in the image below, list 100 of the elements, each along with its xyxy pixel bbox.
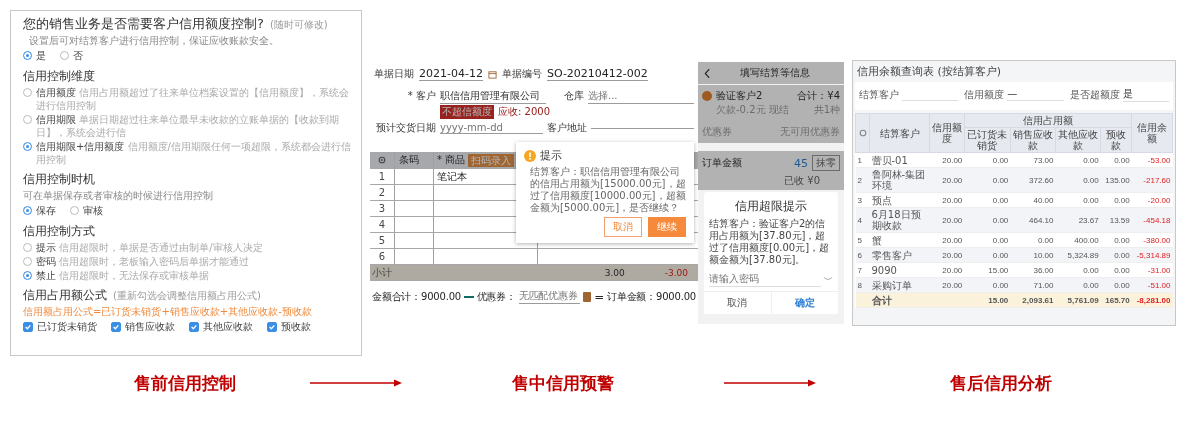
radio-button[interactable] <box>23 88 32 97</box>
filter-label: 结算客户 <box>859 87 899 102</box>
table-cell: 0.00 <box>1100 232 1132 248</box>
description-text: 设置后可对结算客户进行信用控制，保证应收账款安全。 <box>28 34 280 47</box>
date-field[interactable]: 2021-04-12 <box>419 67 483 81</box>
column-header[interactable]: 条码 <box>394 152 433 168</box>
row-number: 5 <box>855 232 870 248</box>
arrow-icon <box>724 379 816 387</box>
checkbox[interactable] <box>23 321 33 332</box>
cancel-button[interactable]: 取消 <box>604 217 642 237</box>
option-text: 提示 信用超限时，单据是否通过由制单/审核人决定 <box>36 241 263 254</box>
caption: 售中信用预警 <box>512 371 614 395</box>
hidden-eye-icon[interactable] <box>823 276 833 282</box>
count-text: 共1种 <box>813 103 840 117</box>
back-icon[interactable] <box>704 67 711 79</box>
table-cell: 0.00 <box>964 152 1011 168</box>
settings-icon[interactable] <box>858 128 867 137</box>
total-cell: 5,761.09 <box>1067 295 1099 305</box>
table-cell: 0.00 <box>964 232 1011 248</box>
section-heading: 信用控制维度 <box>23 68 95 85</box>
table-cell: 20.00 <box>929 192 965 208</box>
table-cell: 20.00 <box>929 152 965 168</box>
filter-label: 是否超额度 <box>1069 87 1120 102</box>
row-number: 7 <box>855 262 870 278</box>
amount-total: 金额合计：9000.00 <box>372 289 461 304</box>
checkbox[interactable] <box>267 321 277 332</box>
filter-field[interactable]: 是 <box>1122 87 1169 102</box>
option-label: 保存 <box>36 203 56 218</box>
radio-button[interactable] <box>23 257 32 266</box>
table-cell: 0.00 <box>1010 232 1056 248</box>
column-header: 结算客户 <box>869 113 930 153</box>
total-cell: -8,281.00 <box>1136 295 1171 305</box>
total-cell: 15.00 <box>988 295 1009 305</box>
row-number: 1 <box>377 171 387 182</box>
option-label: 否 <box>73 48 83 63</box>
row-number: 5 <box>377 235 387 246</box>
table-cell: -3.00 <box>664 267 688 278</box>
warehouse-field[interactable]: 选择... <box>588 88 694 104</box>
table-cell: 0.00 <box>964 167 1011 193</box>
arrow-icon <box>310 379 402 387</box>
table-cell: 20.00 <box>929 262 965 278</box>
checkbox[interactable] <box>189 321 199 332</box>
total-cell: 2,093.61 <box>1022 295 1054 305</box>
round-off-button[interactable]: 抹零 <box>812 155 840 171</box>
password-field[interactable]: 请输入密码 <box>709 271 822 287</box>
table-cell: 36.00 <box>1010 262 1056 278</box>
table-cell: 400.00 <box>1055 232 1101 248</box>
calendar-icon[interactable] <box>487 69 497 79</box>
order-number: SO-20210412-002 <box>546 67 648 81</box>
table-cell: 0.00 <box>964 192 1011 208</box>
cancel-button[interactable]: 取消 <box>704 292 772 314</box>
radio-button[interactable] <box>23 271 32 280</box>
column-header[interactable]: * 商品 <box>437 153 466 167</box>
option-label: 销售应收款 <box>125 319 175 334</box>
radio-button[interactable] <box>70 206 79 215</box>
settings-icon[interactable] <box>378 156 386 164</box>
customer-field[interactable]: 职信信用管理有限公司 <box>440 88 546 104</box>
received-text: 已收 ¥0 <box>784 175 820 186</box>
field-label: 单据编号 <box>501 67 542 81</box>
option-label: 已订货未销货 <box>37 319 97 334</box>
delivery-date-field[interactable]: yyyy-mm-dd <box>440 122 543 134</box>
table-cell: 3.00 <box>604 267 625 278</box>
column-header: 信用额度 <box>929 113 965 153</box>
table-cell: 预点 <box>869 192 930 208</box>
row-number: 3 <box>855 192 870 208</box>
table-cell: 0.00 <box>1055 192 1101 208</box>
table-cell: 40.00 <box>1010 192 1056 208</box>
radio-button[interactable] <box>23 142 32 151</box>
option-label: 是 <box>36 48 46 63</box>
row-number: 3 <box>377 203 387 214</box>
radio-button[interactable] <box>60 51 69 60</box>
radio-button[interactable] <box>23 51 32 60</box>
table-cell: 73.00 <box>1010 152 1056 168</box>
question-title: 您的销售业务是否需要客户信用额度控制? <box>23 15 264 33</box>
caption: 售后信用分析 <box>949 371 1052 395</box>
row-number: 2 <box>377 187 387 198</box>
table-cell: 9090 <box>869 262 930 278</box>
total-cell: 165.70 <box>1105 295 1130 305</box>
formula-text: 信用额占用公式=已订货未销货+销售应收款+其他应收款-预收款 <box>23 305 313 318</box>
row-number: 4 <box>855 207 870 233</box>
filter-field[interactable]: — <box>1007 88 1064 101</box>
hint-text: (随时可修改) <box>269 18 328 32</box>
dialog-title: 提示 <box>540 148 562 163</box>
field-label: * 客户 <box>406 89 436 103</box>
checkbox[interactable] <box>111 321 121 332</box>
section-heading: 信用占用额公式 <box>23 287 107 304</box>
dialog-message: 结算客户：验证客户2的信用占用额为[37.80元]，超过了信用额度[0.00元]，超额金额为[37.80元]。 <box>708 217 831 267</box>
option-text: 信用期限 单据日期超过往来单位最早未收款的立账单据的【收款到期日】，系统会进行信 <box>36 113 341 139</box>
radio-button[interactable] <box>23 206 32 215</box>
caption: 售前信用控制 <box>134 371 236 395</box>
warning-icon <box>524 149 536 162</box>
radio-button[interactable] <box>23 115 32 124</box>
radio-button[interactable] <box>23 243 32 252</box>
coupon-value[interactable]: 无可用优惠券 <box>780 125 840 139</box>
avatar-icon <box>702 91 712 101</box>
coupon-field[interactable]: 无匹配优惠券 <box>518 289 580 304</box>
table-cell: 15.00 <box>964 262 1011 278</box>
table-cell: 蟹 <box>869 232 930 248</box>
row-number: 6 <box>377 251 387 262</box>
row-number: 1 <box>855 152 870 168</box>
